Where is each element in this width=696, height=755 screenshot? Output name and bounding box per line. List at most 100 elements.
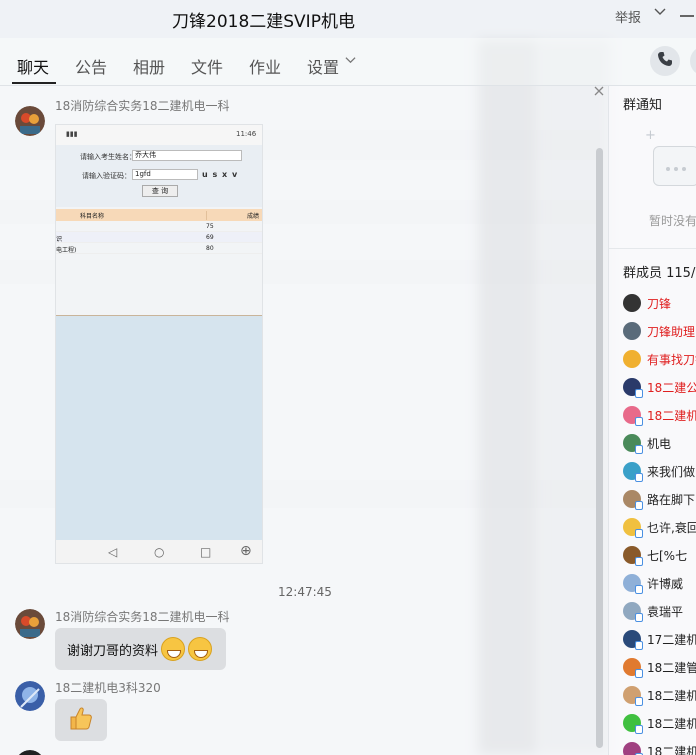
members-count: 群成员 115/: [623, 266, 696, 281]
member-item[interactable]: 许博威: [623, 573, 696, 594]
tab-settings[interactable]: 设置: [307, 54, 339, 78]
chevron-down-icon[interactable]: [345, 54, 356, 69]
mobile-online-icon: [635, 389, 643, 398]
home-icon: ○: [154, 545, 165, 559]
empty-notice-icon: [653, 146, 696, 186]
group-side-panel: 群通知 + 暂时没有 群成员 115/ 刀锋刀锋助理有事找刀锋 18二建公 18二建…: [608, 86, 696, 755]
member-item[interactable]: 刀锋助理: [623, 321, 696, 341]
chat-scrollbar[interactable]: [596, 148, 603, 748]
add-icon: ⊕: [240, 543, 252, 559]
member-name: 刀锋助理: [647, 324, 696, 339]
member-name: 袁瑞平: [647, 604, 684, 619]
grin-emoji-icon: [161, 637, 186, 661]
member-item[interactable]: 18二建机: [623, 713, 696, 734]
mobile-online-icon: [635, 613, 643, 622]
member-item[interactable]: 18二建机: [623, 741, 696, 755]
image-message[interactable]: ▮▮▮ 11:46 请输入考生姓名： 乔大伟 请输入验证码： 1gfd u s …: [55, 124, 263, 564]
query-button: 查 询: [142, 185, 178, 197]
query-form: 请输入考生姓名： 乔大伟 请输入验证码： 1gfd u s x v: [56, 145, 262, 207]
member-avatar: [623, 686, 643, 706]
member-item[interactable]: 刀锋: [623, 293, 696, 313]
member-name: 18二建管: [647, 660, 696, 675]
member-item[interactable]: 有事找刀锋: [623, 349, 696, 369]
active-tab-indicator: [12, 82, 56, 84]
member-name: 18二建机: [647, 408, 696, 423]
add-icon: +: [645, 128, 656, 143]
member-item[interactable]: 袁瑞平: [623, 601, 696, 622]
recents-icon: □: [200, 545, 212, 559]
member-item[interactable]: 路在脚下: [623, 489, 696, 510]
member-item[interactable]: 来我们做: [623, 461, 696, 482]
member-name: 有事找刀锋: [647, 352, 696, 367]
mobile-online-icon: [635, 669, 643, 678]
empty-notice-text: 暂时没有: [649, 214, 696, 228]
member-avatar: [623, 378, 643, 398]
code-value: 1gfd: [132, 169, 198, 180]
member-item[interactable]: 机电: [623, 433, 696, 454]
col-subject: 科目名称: [80, 213, 105, 220]
chevron-down-icon[interactable]: [654, 5, 666, 21]
member-item[interactable]: 17二建机: [623, 629, 696, 650]
call-button[interactable]: [650, 46, 680, 76]
member-avatar: [623, 462, 643, 482]
tab-chat[interactable]: 聊天: [17, 54, 49, 78]
col-score: 成绩: [206, 211, 259, 220]
tab-files[interactable]: 文件: [191, 54, 223, 78]
member-avatar: [623, 546, 643, 566]
member-name: 机电: [647, 436, 672, 451]
tab-album[interactable]: 相册: [133, 54, 165, 78]
mobile-online-icon: [635, 501, 643, 510]
mobile-online-icon: [635, 529, 643, 538]
member-item[interactable]: 18二建机: [623, 405, 696, 426]
member-avatar: [623, 714, 643, 734]
more-button[interactable]: [690, 46, 696, 76]
qq-group-window: 刀锋2018二建SVIP机电 举报 聊天 公告 相册 文件 作业 设置 18消防…: [0, 0, 696, 755]
member-avatar: [623, 602, 643, 622]
member-avatar: [623, 630, 643, 650]
member-avatar: [623, 518, 643, 538]
member-name: 17二建机: [647, 632, 696, 647]
member-name: 18二建机: [647, 716, 696, 731]
table-header: 科目名称 成绩: [56, 209, 262, 221]
close-icon[interactable]: [594, 84, 604, 100]
member-avatar: [623, 406, 643, 426]
tab-announcement[interactable]: 公告: [75, 54, 107, 78]
avatar[interactable]: [15, 106, 45, 136]
member-avatar: [623, 490, 643, 510]
grin-emoji-icon: [188, 637, 213, 661]
member-name: 刀锋: [647, 296, 672, 311]
row-score: 80: [206, 245, 214, 252]
report-button[interactable]: 举报: [615, 7, 641, 26]
phone-icon: [657, 51, 673, 71]
member-avatar: [623, 742, 643, 755]
member-item[interactable]: 七[%七: [623, 545, 696, 566]
phone-status-bar: ▮▮▮ 11:46: [56, 125, 262, 145]
thumbs-up-icon: [68, 705, 94, 735]
avatar[interactable]: [15, 609, 45, 639]
member-name: 来我们做: [647, 464, 696, 479]
mobile-online-icon: [635, 445, 643, 454]
row-subject: 电工程): [56, 247, 77, 254]
message-sender: 18消防综合实务18二建机电一科: [55, 99, 230, 113]
tab-bar: 聊天 公告 相册 文件 作业 设置: [0, 38, 696, 86]
tab-homework[interactable]: 作业: [249, 54, 281, 78]
member-item[interactable]: 18二建公: [623, 377, 696, 398]
member-avatar: [623, 574, 643, 594]
sticker-message[interactable]: [55, 699, 107, 741]
member-item[interactable]: 乜许,衰回: [623, 517, 696, 538]
mobile-online-icon: [635, 697, 643, 706]
avatar[interactable]: [15, 750, 45, 755]
message-sender: 18消防综合实务18二建机电一科: [55, 610, 230, 624]
avatar[interactable]: [15, 681, 45, 711]
phone-time: 11:46: [236, 130, 257, 138]
window-title: 刀锋2018二建SVIP机电: [172, 12, 355, 32]
member-item[interactable]: 18二建管: [623, 657, 696, 678]
member-item[interactable]: 18二建机: [623, 685, 696, 706]
text-message[interactable]: 谢谢刀哥的资料: [55, 628, 226, 670]
minimize-button[interactable]: [680, 15, 694, 17]
member-avatar: [623, 434, 643, 454]
name-value: 乔大伟: [132, 150, 242, 161]
back-icon: ◁: [108, 545, 118, 559]
blank-area: [56, 315, 262, 540]
member-name: 18二建机: [647, 744, 696, 755]
